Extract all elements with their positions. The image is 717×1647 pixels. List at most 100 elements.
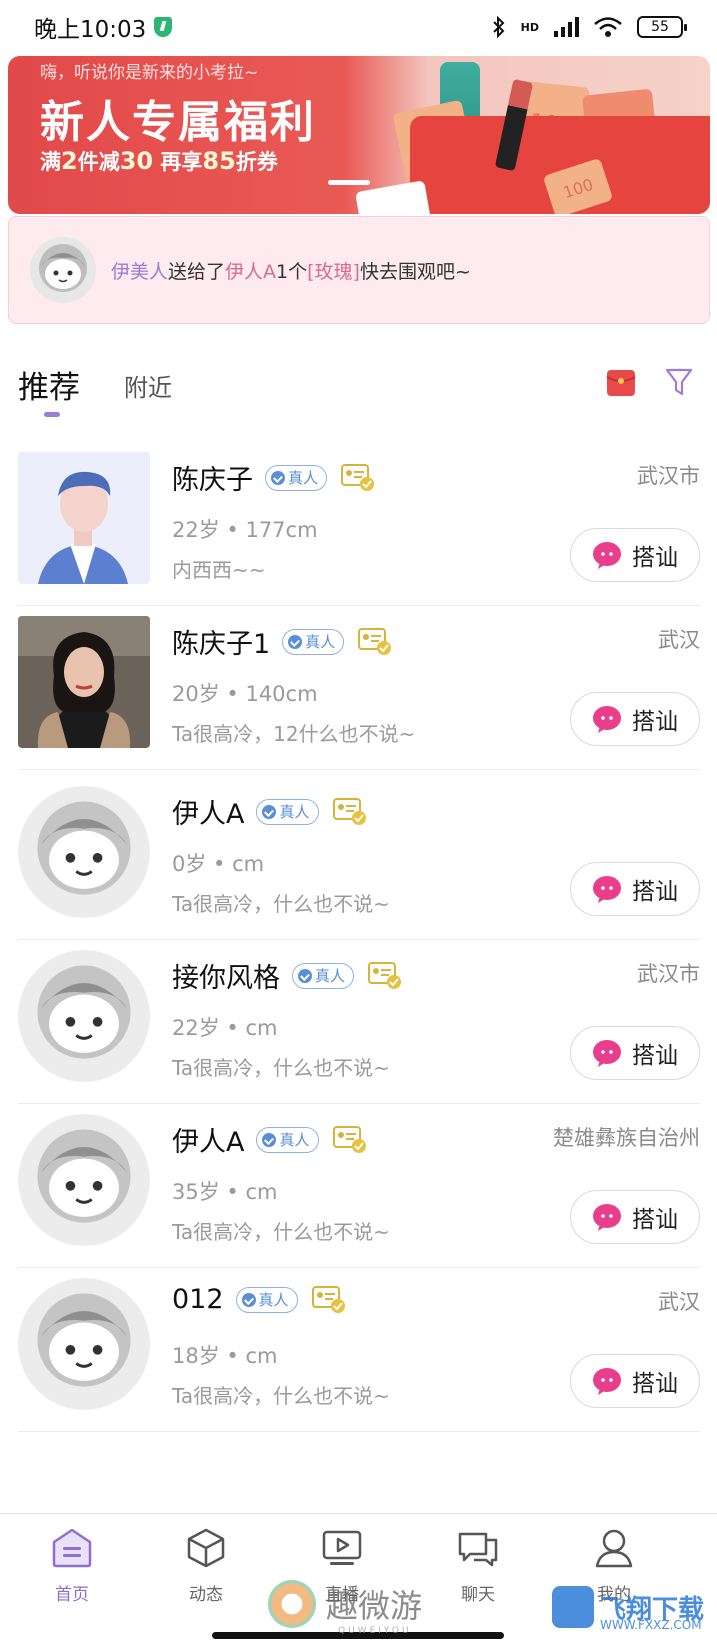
chat-up-button[interactable]: 搭讪 [570, 1026, 700, 1080]
user-row[interactable]: 陈庆子1 真人 武汉 20岁 • 140cm Ta很高冷，12什么也不说~ 搭讪 [18, 600, 700, 770]
chat-up-label: 搭讪 [632, 879, 678, 905]
nav-home-label: 首页 [55, 1585, 89, 1605]
user-name-line: 陈庆子1 真人 [172, 622, 392, 661]
tv-play-icon [322, 1530, 362, 1565]
watermark-left-text: 趣微游 [326, 1587, 423, 1625]
home-icon [52, 1528, 92, 1568]
verified-badge: 真人 [256, 1126, 319, 1153]
battery-level: 55 [651, 19, 669, 35]
check-icon [262, 804, 277, 819]
user-row[interactable]: 伊人A 真人 0岁 • cm Ta很高冷，什么也不说~ 搭讪 [18, 770, 700, 940]
gift-box-image [355, 180, 431, 214]
user-name: 伊人A [172, 799, 245, 830]
user-city: 楚雄彝族自治州 [553, 1126, 700, 1150]
user-stats: 22岁 • 177cm [172, 518, 318, 542]
verified-badge: 真人 [256, 798, 319, 825]
watermark-right-subtext: WWW.FXXZ.COM [600, 1618, 702, 1632]
notice-sender[interactable]: 伊美人 [111, 261, 168, 283]
verified-badge: 真人 [292, 962, 355, 989]
security-shield-icon [154, 17, 173, 37]
watermark-quweiyou: 趣微游 QUWEIYOU [268, 1580, 423, 1636]
status-bar: 晚上10:03 HD 55 [0, 0, 717, 54]
user-row[interactable]: 012 真人 武汉 18岁 • cm Ta很高冷，什么也不说~ 搭讪 [18, 1262, 700, 1432]
user-name: 012 [172, 1284, 224, 1315]
verified-label: 真人 [315, 967, 346, 985]
user-stats: 35岁 • cm [172, 1180, 278, 1204]
id-certificate-icon [358, 627, 392, 655]
user-avatar[interactable] [18, 786, 150, 918]
red-packet-icon[interactable] [606, 367, 636, 397]
check-icon [288, 634, 303, 649]
chat-bubble-icon [593, 1204, 621, 1231]
filter-icon[interactable] [664, 366, 694, 398]
chat-up-button[interactable]: 搭讪 [570, 692, 700, 746]
user-name: 陈庆子 [172, 465, 253, 496]
status-time-group: 晚上10:03 [34, 10, 173, 44]
tab-nearby[interactable]: 附近 [124, 368, 172, 403]
user-row[interactable]: 伊人A 真人 楚雄彝族自治州 35岁 • cm Ta很高冷，什么也不说~ 搭讪 [18, 1098, 700, 1268]
promo-banner[interactable]: 嗨，听说你是新来的小考拉~ 新人专属福利 满2件减30 再享85折券 80 10… [8, 56, 710, 214]
user-row[interactable]: 陈庆子 真人 武汉市 22岁 • 177cm 内西西~~ 搭讪 [18, 436, 700, 606]
notice-receiver[interactable]: 伊人A [225, 261, 276, 283]
nav-feed[interactable]: 动态 [156, 1526, 256, 1616]
nav-home[interactable]: 首页 [22, 1526, 122, 1616]
user-city: 武汉市 [637, 464, 700, 488]
verified-label: 真人 [279, 1131, 310, 1149]
verified-label: 真人 [305, 633, 336, 651]
verified-badge: 真人 [265, 464, 328, 491]
user-stats: 0岁 • cm [172, 852, 265, 876]
nav-chat[interactable]: 聊天 [428, 1526, 528, 1616]
user-avatar[interactable] [18, 616, 150, 748]
photo-woman-avatar-icon [18, 616, 150, 748]
banner-title: 新人专属福利 [40, 97, 316, 148]
feed-tabs: 推荐 附近 [0, 350, 717, 430]
user-profile-icon [595, 1529, 633, 1568]
nav-feed-label: 动态 [189, 1585, 223, 1605]
chat-up-label: 搭讪 [632, 709, 678, 735]
chat-up-button[interactable]: 搭讪 [570, 1354, 700, 1408]
id-certificate-icon [332, 1125, 366, 1153]
banner-desc-part: 满 [40, 150, 61, 174]
chat-up-button[interactable]: 搭讪 [570, 528, 700, 582]
banner-page-indicator [328, 180, 370, 185]
notice-verb: 送给了 [168, 260, 226, 283]
verified-badge: 真人 [235, 1286, 298, 1313]
status-time: 晚上10:03 [34, 17, 147, 43]
user-row[interactable]: 接你风格 真人 武汉市 22岁 • cm Ta很高冷，什么也不说~ 搭讪 [18, 934, 700, 1104]
tab-recommend[interactable]: 推荐 [18, 362, 80, 407]
illustrated-man-avatar-icon [18, 452, 150, 584]
battery-icon: 55 [637, 16, 687, 38]
watermark-fxxz: 飞翔下载 WWW.FXXZ.COM [552, 1586, 704, 1632]
user-city: 武汉 [658, 1290, 700, 1314]
chat-icon [458, 1532, 498, 1567]
user-name-line: 伊人A 真人 [172, 1120, 367, 1159]
check-icon [241, 1292, 256, 1307]
user-bio: Ta很高冷，什么也不说~ [172, 892, 390, 916]
wifi-icon [594, 17, 622, 37]
fxxz-logo-icon [552, 1586, 594, 1628]
user-avatar[interactable] [18, 950, 150, 1082]
hd-label: HD [520, 20, 539, 34]
user-name-line: 012 真人 [172, 1284, 346, 1315]
banner-desc-number: 85 [202, 147, 236, 175]
gift-notice-text: 伊美人送给了伊人A1个[玫瑰]快去围观吧~ [111, 257, 471, 284]
chat-up-button[interactable]: 搭讪 [570, 862, 700, 916]
banner-desc-number: 30 [119, 147, 154, 175]
user-name-line: 伊人A 真人 [172, 792, 367, 831]
chat-bubble-icon [593, 706, 621, 733]
banner-desc-part: 折券 [235, 150, 278, 174]
chat-up-button[interactable]: 搭讪 [570, 1190, 700, 1244]
user-name-line: 陈庆子 真人 [172, 458, 375, 497]
user-avatar[interactable] [18, 1114, 150, 1246]
banner-desc-number: 2 [61, 147, 78, 175]
chat-up-label: 搭讪 [632, 1371, 678, 1397]
watermark-left-subtext: QUWEIYOU [338, 1626, 412, 1636]
verified-badge: 真人 [282, 628, 345, 655]
bluetooth-icon [492, 15, 505, 39]
check-icon [262, 1132, 277, 1147]
user-avatar[interactable] [18, 1278, 150, 1410]
user-avatar[interactable] [18, 452, 150, 584]
cell-signal-icon [554, 17, 579, 37]
check-icon [298, 968, 312, 983]
gift-notice-bar[interactable]: 伊美人送给了伊人A1个[玫瑰]快去围观吧~ [8, 216, 710, 324]
